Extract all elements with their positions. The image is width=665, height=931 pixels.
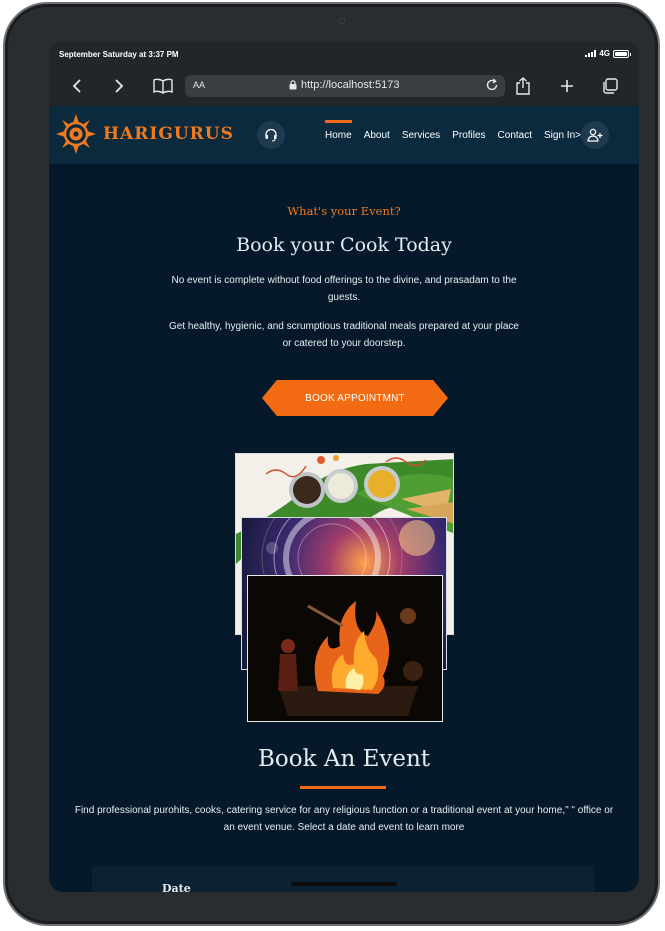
tabs-icon[interactable] (598, 74, 622, 98)
nav-profiles[interactable]: Profiles (452, 130, 485, 141)
reader-button[interactable]: AA (193, 80, 205, 90)
reload-icon[interactable] (485, 78, 499, 95)
hero-eyebrow: What's your Event? (287, 204, 401, 218)
logo-text: HARIGURUS (103, 124, 234, 144)
status-bar: September Saturday at 3:37 PM 4G (49, 42, 639, 66)
havan-fire-image (247, 575, 443, 722)
hero-paragraph-1: No event is complete without food offeri… (49, 272, 639, 306)
signal-icon (585, 50, 597, 57)
home-indicator[interactable] (291, 882, 397, 886)
headset-icon (265, 128, 277, 142)
status-indicators: 4G (585, 49, 631, 58)
screen: September Saturday at 3:37 PM 4G AA http… (49, 42, 639, 892)
nav-sign-in[interactable]: Sign In> (544, 130, 581, 141)
hero-paragraph-2: Get healthy, hygienic, and scrumptious t… (49, 318, 639, 352)
battery-icon (613, 49, 631, 58)
tablet-frame: September Saturday at 3:37 PM 4G AA http… (3, 2, 660, 926)
nav-about[interactable]: About (364, 130, 390, 141)
book-appointment-button[interactable]: BOOK APPOINTMNT (262, 380, 448, 416)
hero-title: Book your Cook Today (236, 234, 452, 256)
site-header: HARIGURUS Home About Services Profiles C… (49, 106, 639, 164)
book-icon[interactable] (151, 74, 175, 98)
address-bar[interactable]: AA http://localhost:5173 (185, 75, 505, 97)
chevron-left-icon[interactable] (65, 74, 89, 98)
chevron-right-icon[interactable] (107, 74, 131, 98)
nav-home[interactable]: Home (325, 119, 352, 141)
event-form-card: Date (92, 866, 594, 892)
title-underline (300, 786, 386, 789)
share-icon[interactable] (511, 74, 535, 98)
nav-services[interactable]: Services (402, 130, 440, 141)
book-event-description: Find professional purohits, cooks, cater… (74, 805, 614, 833)
sun-logo-icon (56, 114, 96, 154)
nav-contact[interactable]: Contact (498, 130, 532, 141)
logo[interactable]: HARIGURUS (55, 113, 234, 155)
hero-paragraph-2-text: Get healthy, hygienic, and scrumptious t… (168, 321, 519, 349)
date-label: Date (162, 882, 191, 892)
url-text: http://localhost:5173 (301, 79, 400, 91)
user-button[interactable] (581, 121, 609, 149)
hero-paragraph-1-text: No event is complete without food offeri… (171, 275, 517, 303)
book-event-title: Book An Event (257, 746, 431, 772)
main-nav: Home About Services Profiles Contact Sig… (325, 106, 581, 164)
user-add-icon (587, 128, 603, 142)
front-camera (339, 18, 345, 24)
browser-toolbar: AA http://localhost:5173 (49, 66, 639, 106)
plus-icon[interactable] (555, 74, 579, 98)
status-time: September Saturday at 3:37 PM (59, 50, 179, 59)
url-display: http://localhost:5173 (289, 79, 399, 91)
support-button[interactable] (257, 121, 285, 149)
lock-icon (289, 80, 297, 90)
network-label: 4G (599, 49, 610, 58)
